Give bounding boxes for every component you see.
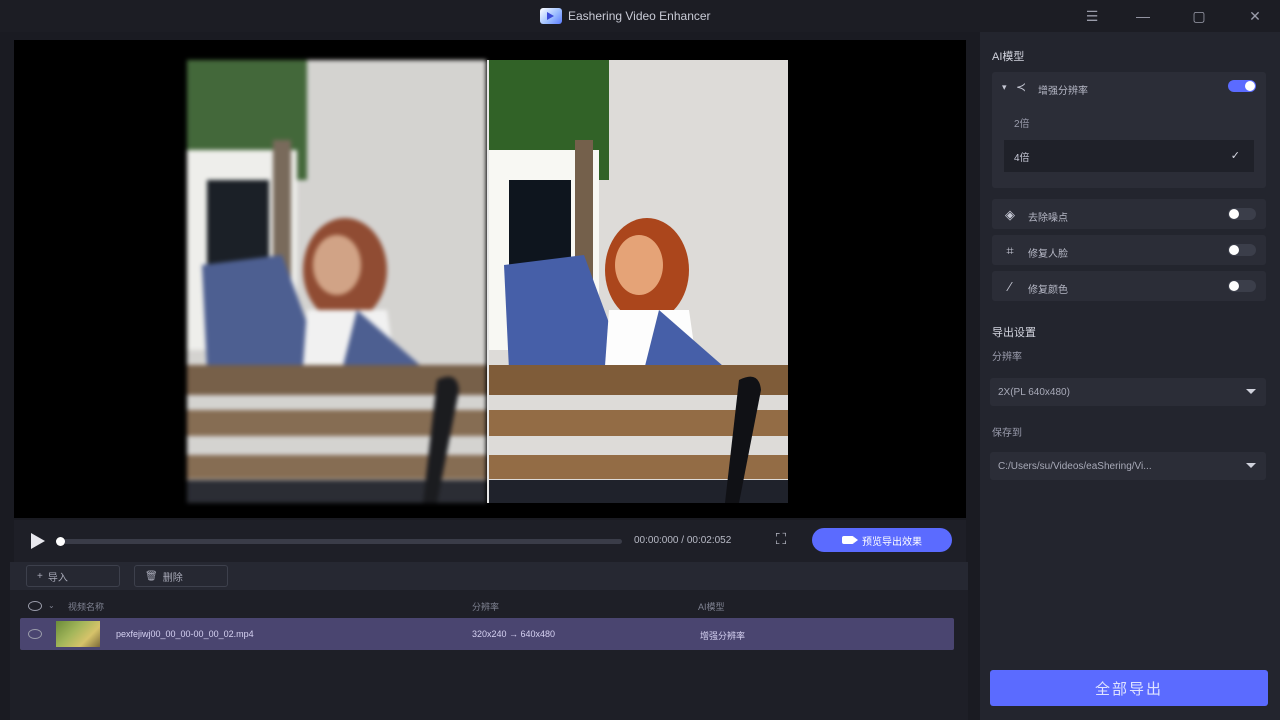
list-header: ⌄ 视频名称 分辨率 AI模型 <box>18 598 958 614</box>
progress-knob[interactable] <box>56 537 65 546</box>
option-4x[interactable]: 4倍 ✓ <box>1004 140 1254 172</box>
face-toggle[interactable] <box>1228 244 1256 256</box>
header-ai-model: AI模型 <box>698 602 725 612</box>
menu-icon[interactable]: ☰ <box>1081 6 1103 26</box>
enhance-resolution-toggle[interactable] <box>1228 80 1256 92</box>
palette-icon: ⁄ <box>1008 279 1012 294</box>
play-button[interactable] <box>28 532 46 550</box>
settings-sidebar: AI模型 ▾ ≺ 增强分辨率 2倍 4倍 ✓ ◈ 去除噪点 ⌗ 修复人脸 ⁄ 修… <box>980 32 1280 720</box>
import-label: 导入 <box>47 572 68 584</box>
export-section-title: 导出设置 <box>992 327 1036 339</box>
maximize-icon[interactable]: ▢ <box>1188 6 1210 26</box>
header-resolution: 分辨率 <box>472 602 500 612</box>
trash-icon: 🗑 <box>145 570 158 582</box>
denoise-toggle[interactable] <box>1228 208 1256 220</box>
row-eye-icon[interactable] <box>28 629 42 639</box>
eye-icon[interactable] <box>28 601 42 611</box>
app-logo-icon <box>540 8 562 24</box>
preview-export-button[interactable]: 预览导出效果 <box>812 528 952 552</box>
minimize-icon[interactable]: — <box>1132 6 1154 26</box>
split-compare-icon[interactable]: ⛶ <box>771 531 791 549</box>
save-path-label: 保存到 <box>992 428 1022 439</box>
save-path-value: C:/Users/su/Videos/eaShering/Vi... <box>998 460 1152 472</box>
save-path-select[interactable]: C:/Users/su/Videos/eaShering/Vi... <box>990 452 1266 480</box>
app-title: Eashering Video Enhancer <box>540 8 711 24</box>
progress-track[interactable] <box>56 537 622 546</box>
caret-down-icon <box>1246 389 1256 394</box>
playback-controls: 00:00:000 / 00:02:052 ⛶ 预览导出效果 <box>14 520 966 562</box>
resolution-value: 2X(PL 640x480) <box>998 386 1070 398</box>
feature-denoise-label: 去除噪点 <box>1028 213 1068 224</box>
close-icon[interactable]: ✕ <box>1244 6 1266 26</box>
feature-face-label: 修复人脸 <box>1028 249 1068 260</box>
resolution-label: 分辨率 <box>992 352 1022 363</box>
header-name: 视频名称 <box>68 602 105 612</box>
color-toggle[interactable] <box>1228 280 1256 292</box>
camera-icon <box>842 536 858 544</box>
main-feature-label: 增强分辨率 <box>1038 86 1088 97</box>
chevron-down-icon[interactable]: ⌄ <box>48 601 55 610</box>
resolution-select[interactable]: 2X(PL 640x480) <box>990 378 1266 406</box>
file-list: ⌄ 视频名称 分辨率 AI模型 pexfejiwj00_00_00-00_00_… <box>10 590 968 720</box>
option-2x-label: 2倍 <box>1014 118 1030 130</box>
original-frame <box>187 60 486 503</box>
feature-denoise[interactable]: ◈ 去除噪点 <box>992 199 1266 229</box>
row-resolution: 320x240 → 640x480 <box>472 629 556 639</box>
delete-button[interactable]: 🗑 删除 <box>134 565 228 587</box>
row-model: 增强分辨率 <box>700 631 746 641</box>
export-all-button[interactable]: 全部导出 <box>990 670 1268 706</box>
ai-section-title: AI模型 <box>992 51 1025 63</box>
original-image <box>187 60 486 503</box>
enhanced-image <box>489 60 788 503</box>
row-file-name: pexfejiwj00_00_00-00_00_02.mp4 <box>116 629 254 639</box>
option-4x-label: 4倍 <box>1014 152 1030 164</box>
app-title-text: Eashering Video Enhancer <box>568 9 711 23</box>
table-row[interactable]: pexfejiwj00_00_00-00_00_02.mp4 320x240 →… <box>20 618 954 650</box>
list-toolbar: + 导入 🗑 删除 <box>10 562 968 590</box>
import-button[interactable]: + 导入 <box>26 565 120 587</box>
enhance-resolution-panel: ▾ ≺ 增强分辨率 2倍 4倍 ✓ <box>992 72 1266 188</box>
plus-icon: + <box>37 570 43 582</box>
feature-color[interactable]: ⁄ 修复颜色 <box>992 271 1266 301</box>
face-icon: ⌗ <box>1006 243 1014 258</box>
title-bar: Eashering Video Enhancer ☰ — ▢ ✕ <box>0 0 1280 32</box>
video-preview <box>14 40 966 518</box>
feature-color-label: 修复颜色 <box>1028 285 1068 296</box>
layers-icon: ◈ <box>1005 207 1015 222</box>
check-icon: ✓ <box>1230 150 1240 162</box>
caret-down-icon <box>1246 463 1256 468</box>
preview-export-label: 预览导出效果 <box>862 536 922 548</box>
share-nodes-icon: ≺ <box>1016 80 1027 94</box>
video-thumbnail <box>56 621 100 647</box>
enhanced-frame <box>489 60 788 503</box>
feature-face[interactable]: ⌗ 修复人脸 <box>992 235 1266 265</box>
delete-label: 删除 <box>162 572 183 584</box>
option-2x[interactable]: 2倍 <box>1004 106 1254 138</box>
time-readout: 00:00:000 / 00:02:052 <box>634 535 732 546</box>
chevron-down-icon[interactable]: ▾ <box>1002 82 1007 93</box>
